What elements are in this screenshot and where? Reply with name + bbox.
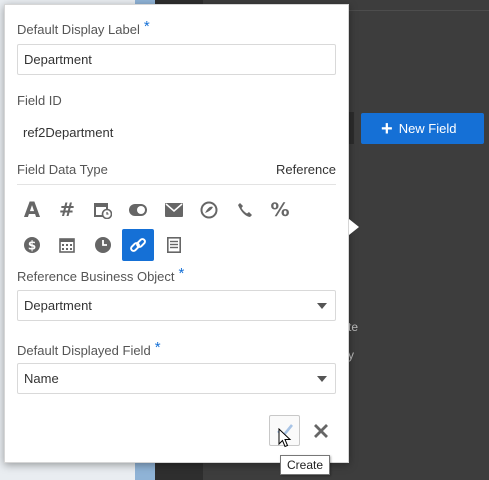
- required-marker: *: [154, 339, 161, 356]
- field-editor-popover: Default Display Label * Department Field …: [4, 4, 349, 463]
- reference-object-label: Reference Business Object *: [17, 265, 185, 284]
- url-icon[interactable]: [193, 194, 225, 226]
- displayed-field-label: Default Displayed Field *: [17, 339, 161, 358]
- field-id-value: ref2Department: [23, 125, 114, 140]
- currency-icon[interactable]: $: [16, 229, 48, 261]
- time-icon[interactable]: [87, 229, 119, 261]
- reference-object-value: Department: [24, 298, 92, 313]
- new-field-label: New Field: [398, 121, 457, 136]
- field-data-type-label: Field Data Type: [17, 162, 108, 177]
- field-data-type-value: Reference: [276, 162, 336, 177]
- svg-text:$: $: [28, 239, 36, 253]
- popover-arrow: [349, 219, 359, 235]
- cancel-button[interactable]: [307, 417, 335, 445]
- phone-icon[interactable]: [229, 194, 261, 226]
- new-field-button[interactable]: + New Field: [361, 113, 484, 144]
- mouse-pointer-icon: [278, 428, 292, 448]
- display-label-label: Default Display Label *: [17, 18, 150, 37]
- required-marker: *: [143, 18, 150, 35]
- percentage-icon[interactable]: %: [264, 194, 296, 226]
- background-text-snippet: te: [348, 320, 359, 334]
- close-icon: [314, 424, 328, 438]
- text-icon[interactable]: A: [16, 194, 48, 226]
- chevron-down-icon: [317, 376, 327, 382]
- required-marker: *: [178, 265, 185, 282]
- plus-icon: +: [381, 117, 393, 140]
- field-data-type-row: Field Data Type Reference: [17, 162, 336, 185]
- display-label-input[interactable]: Department: [17, 44, 336, 75]
- date-icon[interactable]: [51, 229, 83, 261]
- displayed-field-select[interactable]: Name: [17, 363, 336, 394]
- long-text-icon[interactable]: [158, 229, 190, 261]
- displayed-field-value: Name: [24, 371, 59, 386]
- date-time-icon[interactable]: [87, 194, 119, 226]
- reference-link-icon[interactable]: [122, 229, 154, 261]
- number-icon[interactable]: #: [51, 194, 83, 226]
- email-icon[interactable]: [158, 194, 190, 226]
- chevron-down-icon: [317, 303, 327, 309]
- reference-object-select[interactable]: Department: [17, 290, 336, 321]
- field-id-label: Field ID: [17, 93, 62, 108]
- create-tooltip: Create: [280, 455, 331, 475]
- boolean-toggle-icon[interactable]: [122, 194, 154, 226]
